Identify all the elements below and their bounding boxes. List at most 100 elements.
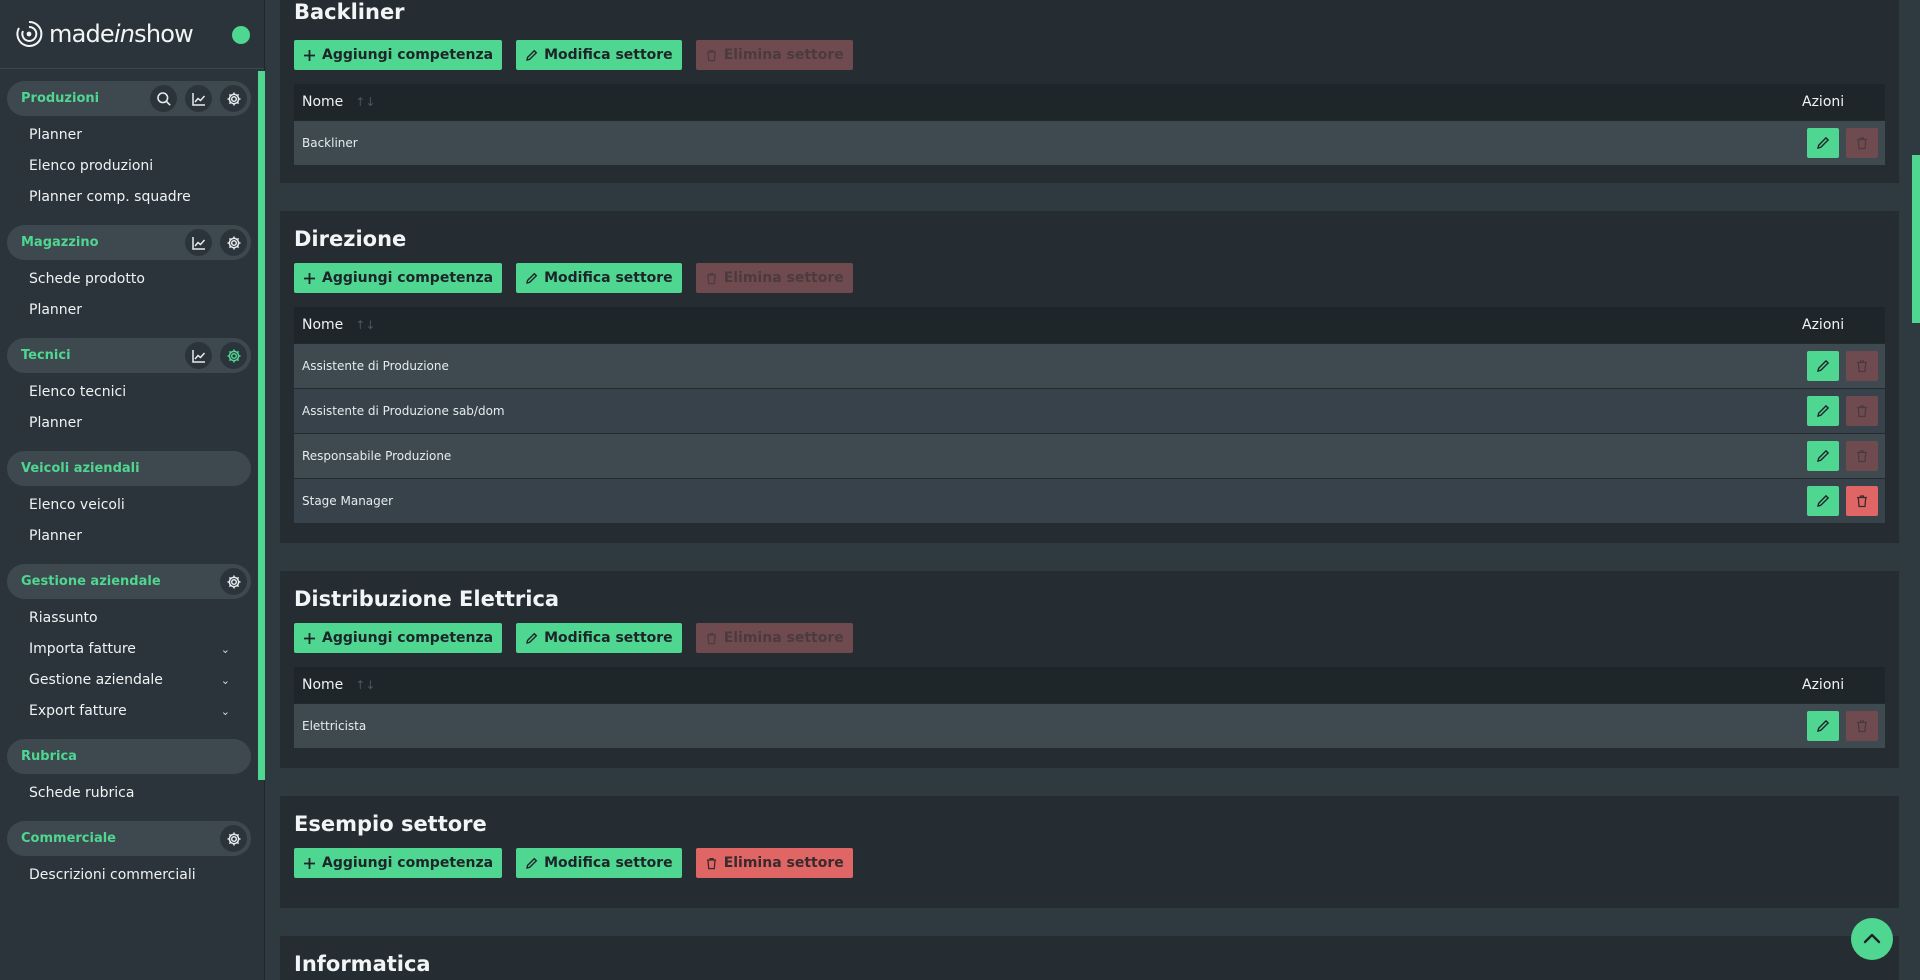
gear-icon[interactable]	[220, 85, 247, 112]
skills-table: Nome ↑↓ Azioni Assistente di Produzione A…	[294, 307, 1885, 523]
edit-sector-button[interactable]: Modifica settore	[516, 40, 682, 70]
column-header-name[interactable]: Nome	[302, 94, 343, 110]
nav-section-commerciale: Commerciale Descrizioni commerciali	[0, 821, 258, 891]
sector-card-distribuzione-elettrica: Distribuzione Elettrica Aggiungi compete…	[280, 571, 1899, 768]
nav-section-magazzino: Magazzino Schede prodotto Planner	[0, 225, 258, 326]
chevron-down-icon[interactable]: ⌄	[221, 634, 230, 665]
sector-card-direzione: Direzione Aggiungi competenza Modifica s…	[280, 211, 1899, 543]
logo[interactable]: madeinshow	[49, 20, 194, 48]
delete-skill-button[interactable]	[1846, 351, 1878, 381]
plus-icon	[304, 272, 315, 284]
pencil-icon	[526, 857, 538, 869]
nav-item-label: Schede prodotto	[29, 271, 145, 287]
delete-sector-button[interactable]: Elimina settore	[695, 848, 853, 878]
edit-skill-button[interactable]	[1807, 396, 1839, 426]
chart-icon[interactable]	[185, 342, 212, 369]
trash-icon	[1857, 450, 1867, 463]
section-header-produzioni[interactable]: Produzioni	[7, 81, 251, 116]
edit-skill-button[interactable]	[1807, 486, 1839, 516]
edit-skill-button[interactable]	[1807, 128, 1839, 158]
pencil-icon	[1817, 404, 1830, 417]
plus-icon	[304, 857, 315, 869]
add-skill-button[interactable]: Aggiungi competenza	[294, 848, 503, 878]
pencil-icon	[526, 632, 538, 644]
search-icon[interactable]	[150, 85, 177, 112]
gear-icon[interactable]	[220, 229, 247, 256]
delete-skill-button[interactable]	[1846, 396, 1878, 426]
delete-sector-button[interactable]: Elimina settore	[695, 623, 853, 653]
nav-item-planner[interactable]: Planner	[0, 408, 258, 439]
column-header-name[interactable]: Nome	[302, 677, 343, 693]
delete-skill-button[interactable]	[1846, 441, 1878, 471]
nav-item-schede-rubrica[interactable]: Schede rubrica	[0, 778, 258, 809]
nav-item-export-fatture[interactable]: Export fatture ⌄	[0, 696, 258, 727]
button-label: Aggiungi competenza	[322, 270, 494, 286]
sort-icon[interactable]: ↑↓	[355, 318, 375, 332]
nav-item-schede-prodotto[interactable]: Schede prodotto	[0, 264, 258, 295]
scroll-to-top-button[interactable]	[1851, 918, 1893, 960]
nav-item-gestione-aziendale[interactable]: Gestione aziendale ⌄	[0, 665, 258, 696]
section-header-veicoli[interactable]: Veicoli aziendali	[7, 451, 251, 486]
edit-skill-button[interactable]	[1807, 351, 1839, 381]
gear-icon[interactable]	[220, 825, 247, 852]
nav-item-planner[interactable]: Planner	[0, 120, 258, 151]
edit-sector-button[interactable]: Modifica settore	[516, 848, 682, 878]
nav-item-planner[interactable]: Planner	[0, 295, 258, 326]
edit-sector-button[interactable]: Modifica settore	[516, 263, 682, 293]
nav-item-riassunto[interactable]: Riassunto	[0, 603, 258, 634]
skill-name: Stage Manager	[302, 494, 394, 508]
section-header-rubrica[interactable]: Rubrica	[7, 739, 251, 774]
section-header-tecnici[interactable]: Tecnici	[7, 338, 251, 373]
skills-table: Nome ↑↓ Azioni Backliner	[294, 84, 1885, 165]
section-header-gestione[interactable]: Gestione aziendale	[7, 564, 251, 599]
chart-icon[interactable]	[185, 229, 212, 256]
section-header-magazzino[interactable]: Magazzino	[7, 225, 251, 260]
nav-item-planner[interactable]: Planner	[0, 521, 258, 552]
column-header-name[interactable]: Nome	[302, 317, 343, 333]
plus-icon	[304, 49, 315, 61]
sidebar: madeinshow Produzioni Planner Elenco pro…	[0, 0, 265, 980]
section-header-commerciale[interactable]: Commerciale	[7, 821, 251, 856]
logo-bar: madeinshow	[0, 0, 264, 69]
nav-item-label: Descrizioni commerciali	[29, 867, 196, 883]
add-skill-button[interactable]: Aggiungi competenza	[294, 623, 503, 653]
table-row: Stage Manager	[294, 478, 1885, 523]
trash-icon	[706, 272, 716, 284]
delete-sector-button[interactable]: Elimina settore	[695, 263, 853, 293]
sidebar-scrollbar[interactable]	[258, 71, 265, 780]
chart-icon[interactable]	[185, 85, 212, 112]
pencil-icon	[526, 272, 538, 284]
edit-skill-button[interactable]	[1807, 441, 1839, 471]
nav-item-descrizioni-commerciali[interactable]: Descrizioni commerciali	[0, 860, 258, 891]
page-scrollbar[interactable]	[1912, 155, 1920, 323]
nav-item-elenco-produzioni[interactable]: Elenco produzioni	[0, 151, 258, 182]
sidebar-nav: Produzioni Planner Elenco produzioni Pla…	[0, 69, 258, 891]
chevron-down-icon[interactable]: ⌄	[221, 696, 230, 727]
delete-skill-button[interactable]	[1846, 711, 1878, 741]
gear-icon[interactable]	[220, 568, 247, 595]
pencil-icon	[1817, 494, 1830, 507]
nav-item-label: Elenco veicoli	[29, 497, 125, 513]
logo-italic: in	[113, 20, 135, 48]
skill-name: Responsabile Produzione	[302, 449, 452, 463]
sort-icon[interactable]: ↑↓	[355, 95, 375, 109]
nav-item-elenco-tecnici[interactable]: Elenco tecnici	[0, 377, 258, 408]
nav-section-gestione: Gestione aziendale Riassunto Importa fat…	[0, 564, 258, 727]
add-skill-button[interactable]: Aggiungi competenza	[294, 40, 503, 70]
nav-item-importa-fatture[interactable]: Importa fatture ⌄	[0, 634, 258, 665]
trash-icon	[1857, 405, 1867, 418]
skill-name: Backliner	[302, 136, 358, 150]
edit-sector-button[interactable]: Modifica settore	[516, 623, 682, 653]
delete-skill-button[interactable]	[1846, 486, 1878, 516]
delete-skill-button[interactable]	[1846, 128, 1878, 158]
sort-icon[interactable]: ↑↓	[355, 678, 375, 692]
nav-item-label: Planner	[29, 302, 83, 318]
add-skill-button[interactable]: Aggiungi competenza	[294, 263, 503, 293]
nav-item-elenco-veicoli[interactable]: Elenco veicoli	[0, 490, 258, 521]
gear-icon[interactable]	[220, 342, 247, 369]
edit-skill-button[interactable]	[1807, 711, 1839, 741]
delete-sector-button[interactable]: Elimina settore	[695, 40, 853, 70]
nav-item-planner-comp-squadre[interactable]: Planner comp. squadre	[0, 182, 258, 213]
chevron-down-icon[interactable]: ⌄	[221, 665, 230, 696]
section-title: Commerciale	[21, 831, 116, 846]
